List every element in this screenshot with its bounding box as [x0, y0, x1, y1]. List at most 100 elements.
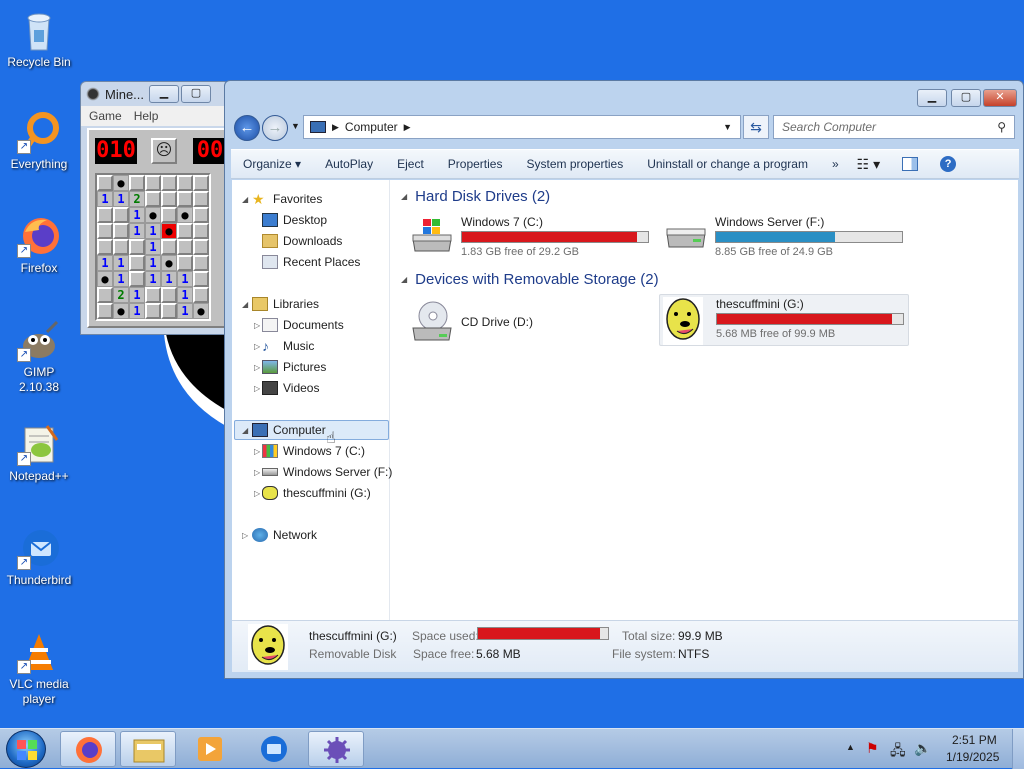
covered-cell[interactable]: [113, 223, 129, 239]
covered-cell[interactable]: [193, 287, 209, 303]
expand-arrow-icon[interactable]: ▷: [254, 468, 260, 477]
forward-button[interactable]: →: [262, 115, 288, 141]
number-cell[interactable]: 1: [145, 239, 161, 255]
expand-arrow-icon[interactable]: ◢: [242, 195, 248, 204]
mine-cell[interactable]: ●: [113, 175, 129, 191]
maximize-button[interactable]: ▢: [951, 89, 981, 107]
number-cell[interactable]: 1: [145, 223, 161, 239]
uninstall-program-button[interactable]: Uninstall or change a program: [635, 157, 820, 171]
address-bar[interactable]: ▶ Computer ▶ ▼: [303, 115, 741, 139]
show-hidden-icons-button[interactable]: ▲: [846, 742, 855, 752]
expand-arrow-icon[interactable]: ▷: [254, 489, 260, 498]
nav-videos[interactable]: Videos: [262, 378, 319, 398]
number-cell[interactable]: 1: [177, 287, 193, 303]
covered-cell[interactable]: [193, 175, 209, 191]
covered-cell[interactable]: [145, 175, 161, 191]
number-cell[interactable]: 1: [129, 207, 145, 223]
breadcrumb-chevron-icon[interactable]: ▶: [404, 122, 411, 133]
covered-cell[interactable]: [161, 239, 177, 255]
drive-tile-c[interactable]: Windows 7 (C:) 1.83 GB free of 29.2 GB: [409, 213, 659, 259]
network-status-icon[interactable]: 🖧: [890, 740, 906, 764]
covered-cell[interactable]: [177, 191, 193, 207]
mine-cell[interactable]: ●: [177, 207, 193, 223]
covered-cell[interactable]: [113, 239, 129, 255]
minesweeper-window[interactable]: Mine... ▁ ▢ Game Help 010 ☹ 00 ● 1 1 2 1 ● ● 1 1…: [80, 81, 230, 335]
refresh-button[interactable]: ⇆: [743, 115, 769, 139]
mine-cell[interactable]: ●: [145, 207, 161, 223]
covered-cell[interactable]: [129, 239, 145, 255]
number-cell[interactable]: 1: [97, 255, 113, 271]
show-desktop-button[interactable]: [1012, 729, 1024, 769]
covered-cell[interactable]: [193, 239, 209, 255]
covered-cell[interactable]: [97, 175, 113, 191]
expand-arrow-icon[interactable]: ▷: [254, 342, 260, 351]
number-cell[interactable]: 1: [161, 271, 177, 287]
nav-desktop[interactable]: Desktop: [262, 210, 327, 230]
help-icon[interactable]: ?: [940, 156, 957, 172]
taskbar-minesweeper[interactable]: [308, 731, 364, 767]
desktop-icon-thunderbird[interactable]: ↗ Thunderbird: [4, 526, 74, 588]
nav-documents[interactable]: Documents: [262, 315, 344, 335]
number-cell[interactable]: 1: [177, 271, 193, 287]
covered-cell[interactable]: [161, 191, 177, 207]
taskbar-firefox[interactable]: [60, 731, 116, 767]
covered-cell[interactable]: [145, 191, 161, 207]
number-cell[interactable]: 1: [129, 303, 145, 319]
covered-cell[interactable]: [97, 303, 113, 319]
expand-arrow-icon[interactable]: ▷: [242, 531, 248, 540]
system-properties-button[interactable]: System properties: [514, 157, 635, 171]
drive-tile-f[interactable]: Windows Server (F:) 8.85 GB free of 24.9…: [663, 213, 913, 259]
close-button[interactable]: ✕: [983, 89, 1017, 107]
number-cell[interactable]: 1: [113, 255, 129, 271]
covered-cell[interactable]: [145, 287, 161, 303]
address-dropdown-icon[interactable]: ▼: [723, 122, 732, 132]
mine-cell[interactable]: ●: [161, 255, 177, 271]
volume-icon[interactable]: 🔈: [914, 740, 931, 757]
covered-cell[interactable]: [97, 207, 113, 223]
taskbar-explorer[interactable]: [120, 731, 176, 767]
covered-cell[interactable]: [193, 255, 209, 271]
expand-arrow-icon[interactable]: ▷: [254, 363, 260, 372]
covered-cell[interactable]: [177, 239, 193, 255]
nav-drive-c[interactable]: Windows 7 (C:): [262, 441, 365, 461]
number-cell[interactable]: 1: [113, 271, 129, 287]
number-cell[interactable]: 2: [129, 191, 145, 207]
mine-cell[interactable]: ●: [113, 303, 129, 319]
number-cell[interactable]: 1: [113, 191, 129, 207]
nav-recent-places[interactable]: Recent Places: [262, 252, 360, 272]
group-removable-storage[interactable]: ◢ Devices with Removable Storage (2): [401, 271, 659, 288]
covered-cell[interactable]: [161, 175, 177, 191]
expand-arrow-icon[interactable]: ▷: [254, 321, 260, 330]
nav-favorites[interactable]: ★ Favorites: [252, 189, 322, 209]
covered-cell[interactable]: [129, 255, 145, 271]
group-hard-disk-drives[interactable]: ◢ Hard Disk Drives (2): [401, 188, 550, 205]
number-cell[interactable]: 1: [145, 271, 161, 287]
start-button[interactable]: [6, 730, 46, 768]
covered-cell[interactable]: [177, 255, 193, 271]
covered-cell[interactable]: [145, 303, 161, 319]
search-input[interactable]: Search Computer ⚲: [773, 115, 1015, 139]
covered-cell[interactable]: [113, 207, 129, 223]
drive-tile-g[interactable]: thescuffmini (G:) 5.68 MB free of 99.9 M…: [659, 294, 909, 346]
desktop-icon-everything[interactable]: ↗ Everything: [4, 110, 74, 172]
nav-pictures[interactable]: Pictures: [262, 357, 326, 377]
change-view-icon[interactable]: ☷ ▾: [857, 156, 880, 173]
desktop-icon-recycle-bin[interactable]: Recycle Bin: [4, 8, 74, 70]
number-cell[interactable]: 1: [145, 255, 161, 271]
clock-time[interactable]: 2:51 PM: [952, 733, 997, 747]
covered-cell[interactable]: [97, 223, 113, 239]
nav-computer[interactable]: Computer: [252, 420, 326, 440]
number-cell[interactable]: 1: [129, 287, 145, 303]
preview-pane-icon[interactable]: [902, 157, 919, 171]
action-center-icon[interactable]: ⚑: [866, 740, 879, 757]
expand-arrow-icon[interactable]: ◢: [242, 300, 248, 309]
covered-cell[interactable]: [177, 223, 193, 239]
minimize-button[interactable]: ▁: [149, 85, 179, 103]
desktop-icon-gimp[interactable]: ↗ GIMP 2.10.38: [4, 318, 74, 395]
maximize-button[interactable]: ▢: [181, 85, 211, 103]
back-button[interactable]: ←: [234, 115, 260, 141]
number-cell[interactable]: 2: [113, 287, 129, 303]
recent-pages-chevron-icon[interactable]: ▼: [291, 121, 300, 131]
explorer-window[interactable]: ▁ ▢ ✕ ← → ▼ ▶ Computer ▶ ▼ ⇆ Search Comp…: [224, 80, 1024, 679]
number-cell[interactable]: 1: [129, 223, 145, 239]
